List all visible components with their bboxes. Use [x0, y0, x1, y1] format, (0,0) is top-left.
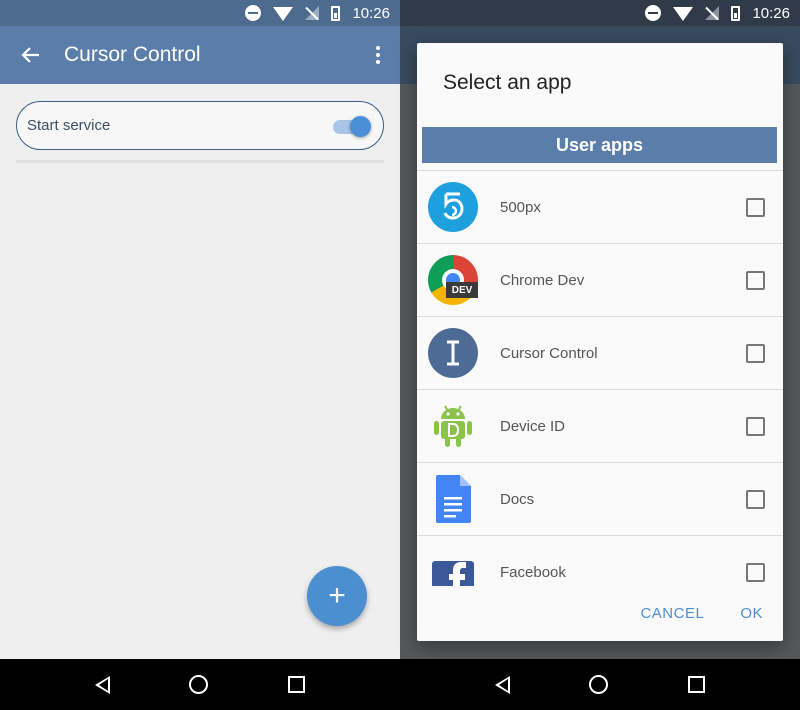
docs-icon	[428, 474, 478, 524]
app-name: Chrome Dev	[500, 271, 585, 289]
app-name: Device ID	[500, 417, 566, 435]
start-service-toggle[interactable]	[333, 115, 371, 137]
list-item[interactable]: 500px	[417, 170, 783, 243]
cancel-button[interactable]: CANCEL	[640, 605, 704, 622]
start-service-row[interactable]: Start service	[16, 101, 384, 150]
list-item[interactable]: Facebook	[417, 535, 783, 586]
app-name: Cursor Control	[500, 344, 598, 362]
app-checkbox[interactable]	[746, 562, 765, 582]
wifi-icon	[273, 7, 294, 21]
list-item[interactable]: Docs	[417, 462, 783, 535]
500px-icon	[428, 182, 478, 232]
nav-back-icon[interactable]	[494, 675, 510, 694]
add-button[interactable]: +	[307, 566, 367, 626]
app-name: 500px	[500, 198, 541, 216]
app-checkbox[interactable]	[746, 197, 765, 217]
status-time: 10:26	[352, 4, 390, 22]
ok-button[interactable]: OK	[740, 605, 763, 622]
app-bar: Cursor Control	[0, 26, 400, 84]
app-checkbox[interactable]	[746, 270, 765, 290]
nav-home-icon[interactable]	[189, 675, 209, 694]
battery-icon	[731, 5, 741, 21]
navigation-bar	[400, 659, 800, 710]
app-name: Docs	[500, 490, 535, 508]
app-checkbox[interactable]	[746, 489, 765, 509]
chrome-dev-icon: DEV	[428, 255, 478, 305]
select-app-dialog: Select an app User apps 500px DEV Chrome…	[417, 43, 783, 641]
dialog-title: Select an app	[443, 71, 572, 94]
section-header: User apps	[422, 127, 777, 163]
list-item[interactable]: DEV Chrome Dev	[417, 243, 783, 316]
more-vert-icon	[376, 46, 380, 50]
app-checkbox[interactable]	[746, 416, 765, 436]
nav-recents-icon[interactable]	[288, 676, 306, 693]
nav-back-icon[interactable]	[94, 675, 110, 694]
status-time: 10:26	[752, 4, 790, 22]
no-signal-icon	[705, 6, 720, 20]
plus-icon: +	[328, 579, 346, 612]
nav-home-icon[interactable]	[589, 675, 609, 694]
list-item[interactable]: Cursor Control	[417, 316, 783, 389]
list-item[interactable]: Device ID	[417, 389, 783, 462]
facebook-icon	[428, 547, 478, 586]
wifi-icon	[673, 7, 694, 21]
android-icon	[428, 401, 478, 451]
dev-badge: DEV	[446, 282, 478, 298]
navigation-bar	[0, 659, 400, 710]
app-checkbox[interactable]	[746, 343, 765, 363]
page-title: Cursor Control	[64, 43, 201, 66]
divider	[16, 160, 384, 163]
battery-icon	[331, 5, 341, 21]
no-signal-icon	[305, 6, 320, 20]
nav-recents-icon[interactable]	[688, 676, 706, 693]
overflow-menu-button[interactable]	[356, 26, 400, 84]
app-name: Facebook	[500, 563, 566, 581]
left-screen: 10:26 Cursor Control Start service +	[0, 0, 400, 710]
do-not-disturb-icon	[245, 5, 262, 21]
app-list[interactable]: 500px DEV Chrome Dev Cursor Control Devi…	[417, 170, 783, 586]
start-service-label: Start service	[27, 117, 111, 134]
do-not-disturb-icon	[645, 5, 662, 21]
status-bar: 10:26	[400, 0, 800, 26]
status-bar: 10:26	[0, 0, 400, 26]
dialog-actions: CANCEL OK	[417, 591, 783, 635]
back-button[interactable]	[0, 26, 60, 84]
cursor-control-icon	[428, 328, 478, 378]
arrow-back-icon	[21, 47, 39, 63]
